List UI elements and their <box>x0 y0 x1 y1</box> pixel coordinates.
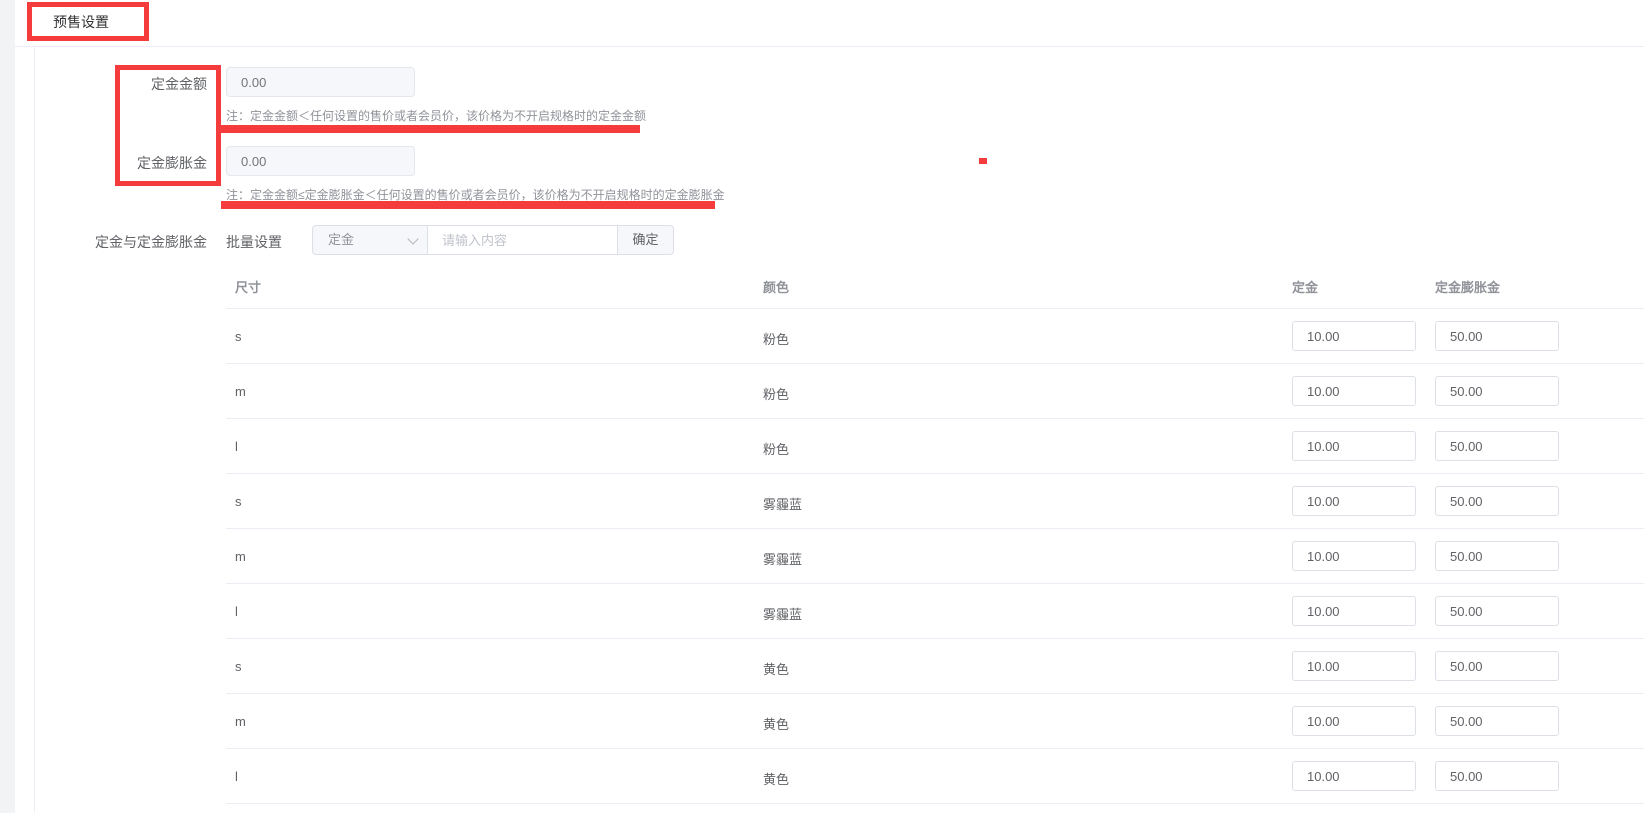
header-inflation: 定金膨胀金 <box>1435 280 1501 295</box>
chevron-down-icon <box>407 233 419 245</box>
section-title: 预售设置 <box>53 14 109 30</box>
cell-deposit-input[interactable] <box>1292 321 1416 351</box>
deposit-amount-input[interactable] <box>226 67 415 97</box>
header-size: 尺寸 <box>235 280 262 295</box>
batch-type-select[interactable]: 定金 <box>312 225 428 255</box>
cell-size: l <box>235 439 238 454</box>
cell-deposit-input[interactable] <box>1292 706 1416 736</box>
deposit-inflation-input[interactable] <box>226 146 415 176</box>
table-row: s 粉色 <box>226 309 1644 364</box>
table-row: l 雾霾蓝 <box>226 584 1644 639</box>
cell-inflation-input[interactable] <box>1435 706 1559 736</box>
cell-color: 粉色 <box>763 442 790 457</box>
table-row: s 黄色 <box>226 639 1644 694</box>
batch-value-input[interactable] <box>427 225 618 255</box>
deposit-amount-label: 定金金额 <box>151 76 207 92</box>
table-row: s 雾霾蓝 <box>226 474 1644 529</box>
cell-color: 粉色 <box>763 332 790 347</box>
cell-size: s <box>235 329 242 344</box>
table-row: l 粉色 <box>226 419 1644 474</box>
cell-deposit-input[interactable] <box>1292 486 1416 516</box>
cell-size: s <box>235 494 242 509</box>
section-header: 预售设置 <box>15 0 1644 47</box>
cell-inflation-input[interactable] <box>1435 596 1559 626</box>
deposit-amount-note: 注：定金金额＜任何设置的售价或者会员价，该价格为不开启规格时的定金金额 <box>226 109 647 123</box>
annotation-dot <box>979 158 987 164</box>
cell-inflation-input[interactable] <box>1435 376 1559 406</box>
cell-color: 粉色 <box>763 387 790 402</box>
table-body: s 粉色 m 粉色 l 粉色 s 雾霾蓝 m 雾霾蓝 l 雾霾蓝 s 黄色 m 黄色 l 黄色 <box>226 309 1644 804</box>
cell-color: 黄色 <box>763 717 790 732</box>
table-row: m 粉色 <box>226 364 1644 419</box>
annotation-underline-inflation <box>221 201 715 209</box>
cell-deposit-input[interactable] <box>1292 651 1416 681</box>
cell-color: 雾霾蓝 <box>763 552 803 567</box>
cell-color: 黄色 <box>763 772 790 787</box>
header-deposit: 定金 <box>1292 280 1319 295</box>
spec-deposit-label: 定金与定金膨胀金 <box>95 234 207 250</box>
annotation-underline-deposit <box>221 125 640 133</box>
cell-deposit-input[interactable] <box>1292 596 1416 626</box>
batch-confirm-button[interactable]: 确定 <box>617 225 674 255</box>
cell-color: 黄色 <box>763 662 790 677</box>
cell-deposit-input[interactable] <box>1292 541 1416 571</box>
cell-size: m <box>235 384 246 399</box>
table-header: 尺寸 颜色 定金 定金膨胀金 <box>226 260 1644 309</box>
cell-size: m <box>235 714 246 729</box>
cell-inflation-input[interactable] <box>1435 486 1559 516</box>
cell-inflation-input[interactable] <box>1435 431 1559 461</box>
table-row: l 黄色 <box>226 749 1644 804</box>
cell-size: l <box>235 604 238 619</box>
table-row: m 雾霾蓝 <box>226 529 1644 584</box>
cell-color: 雾霾蓝 <box>763 607 803 622</box>
cell-inflation-input[interactable] <box>1435 321 1559 351</box>
cell-size: l <box>235 769 238 784</box>
cell-size: s <box>235 659 242 674</box>
batch-setting-label: 批量设置 <box>226 234 282 250</box>
presale-settings-panel: 预售设置 定金金额 注：定金金额＜任何设置的售价或者会员价，该价格为不开启规格时… <box>15 0 1644 813</box>
cell-inflation-input[interactable] <box>1435 541 1559 571</box>
deposit-inflation-label: 定金膨胀金 <box>137 155 207 171</box>
cell-color: 雾霾蓝 <box>763 497 803 512</box>
spec-price-table: 尺寸 颜色 定金 定金膨胀金 s粉色m粉色l粉色s雾霾蓝m雾霾蓝l雾霾蓝s黄色m… <box>226 260 1644 804</box>
cell-size: m <box>235 549 246 564</box>
header-color: 颜色 <box>763 280 790 295</box>
batch-type-value: 定金 <box>328 232 355 247</box>
cell-deposit-input[interactable] <box>1292 431 1416 461</box>
table-row: m 黄色 <box>226 694 1644 749</box>
cell-deposit-input[interactable] <box>1292 376 1416 406</box>
cell-inflation-input[interactable] <box>1435 761 1559 791</box>
cell-inflation-input[interactable] <box>1435 651 1559 681</box>
cell-deposit-input[interactable] <box>1292 761 1416 791</box>
